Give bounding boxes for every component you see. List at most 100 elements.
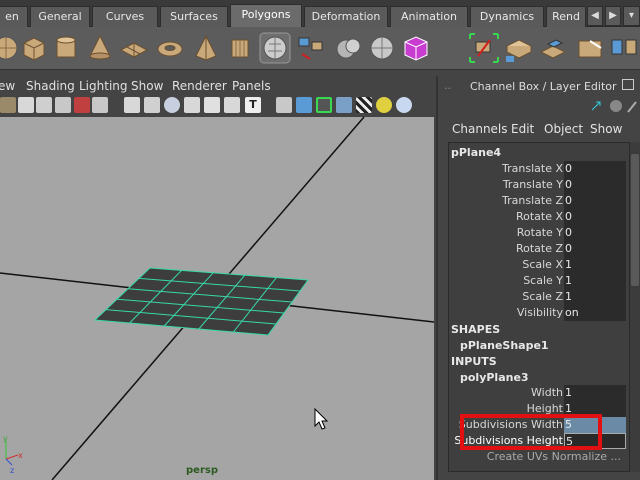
channel-value-field[interactable]: 0 [564,209,626,225]
separate-spheres-icon[interactable] [366,32,398,64]
view-menu[interactable]: ew [0,79,15,93]
panel-grip-icon[interactable]: ·· [444,82,451,95]
channel-row[interactable]: Translate Z0 [449,193,629,209]
channel-value-field[interactable]: 0 [564,225,626,241]
channel-row[interactable]: Scale X1 [449,257,629,273]
smooth-cube-icon[interactable] [400,32,432,64]
text-overlay-icon[interactable]: T [245,97,261,113]
xray-icon[interactable] [296,97,312,113]
combine-spheres-icon[interactable] [333,32,365,64]
shelf-menu-button[interactable]: ▾ [623,6,640,26]
shelf-tab-dynamics[interactable]: Dynamics [470,6,544,28]
channels-menu[interactable]: Channels [452,122,508,136]
channel-row[interactable]: Scale Y1 [449,273,629,289]
channel-value-field[interactable]: 0 [564,161,626,177]
textured-icon[interactable] [224,97,240,113]
channel-row[interactable]: Create UVs Normalize ... [449,449,629,465]
shelf-tab-polygons[interactable]: Polygons [230,4,302,28]
bevel-icon[interactable] [574,32,606,64]
channel-value-field[interactable]: 1 [564,289,626,305]
cut-faces-tool-icon[interactable] [468,32,500,64]
2d-pan-zoom-icon[interactable] [74,97,90,113]
inputs-header: INPUTS [451,355,497,368]
channel-box-scrollbar[interactable] [629,142,640,472]
xray-joints-icon[interactable] [316,97,332,113]
channel-label: Rotate Z [515,242,563,255]
poly-pipe-icon[interactable] [224,32,256,64]
edit-menu[interactable]: Edit [511,122,534,136]
channel-value-field[interactable]: 1 [564,273,626,289]
grid-icon[interactable] [124,97,140,113]
poly-cube-2-icon[interactable] [503,32,535,64]
object-name[interactable]: pPlane4 [451,146,501,159]
input-node-name[interactable]: polyPlane3 [460,371,529,384]
float-panel-icon[interactable] [622,79,634,90]
panel-toggle-icons[interactable] [588,96,640,116]
poly-cone-icon[interactable] [84,32,116,64]
shelf-next-button[interactable]: ▶ [605,6,621,26]
shelf-tab-deformation[interactable]: Deformation [304,6,388,28]
bridge-icon[interactable] [608,32,640,64]
input-row-width[interactable]: Width 1 [449,385,629,401]
channel-value-field[interactable]: on [564,305,626,321]
poly-cylinder-icon[interactable] [50,32,82,64]
poly-plane-icon[interactable] [118,32,150,64]
3d-viewport[interactable]: x y z persp [0,117,434,480]
shelf-tab-rendering-partial[interactable]: en [0,6,28,28]
channel-row[interactable]: Rotate X0 [449,209,629,225]
shelf-tab-general[interactable]: General [30,6,90,28]
poly-cube-icon[interactable] [18,32,50,64]
polygons-shelf [0,27,640,70]
poly-soccer-ball-icon[interactable] [259,32,291,64]
channel-row[interactable]: Rotate Y0 [449,225,629,241]
select-camera-icon[interactable] [0,97,16,113]
shelf-tab-bar: en General Curves Surfaces Polygons Defo… [0,0,640,28]
extract-faces-icon[interactable] [294,32,326,64]
poly-torus-icon[interactable] [154,32,186,64]
camera-attributes-icon[interactable] [18,97,34,113]
shelf-prev-button[interactable]: ◀ [587,6,603,26]
plane-mesh[interactable] [93,267,309,336]
image-plane-icon[interactable] [55,97,71,113]
channel-value-field[interactable]: 0 [564,193,626,209]
shelf-tab-rendering[interactable]: Rend [546,6,586,28]
channel-value-field[interactable]: 0 [564,241,626,257]
channel-row[interactable]: Rotate Z0 [449,241,629,257]
poly-pyramid-icon[interactable] [190,32,222,64]
bookmarks-icon[interactable] [36,97,52,113]
default-lighting-icon[interactable] [204,97,220,113]
channel-row[interactable]: Translate Y0 [449,177,629,193]
channel-row[interactable]: Visibility on [449,305,629,321]
shelf-tab-animation[interactable]: Animation [390,6,468,28]
object-menu[interactable]: Object [544,122,583,136]
film-gate-icon[interactable] [144,97,160,113]
shapes-header: SHAPES [451,323,501,336]
shadows-icon[interactable] [376,97,392,113]
shape-node-name[interactable]: pPlaneShape1 [460,339,549,352]
shading-menu[interactable]: Shading [26,79,75,93]
checker-icon[interactable] [356,97,372,113]
xray-active-components-icon[interactable] [336,97,352,113]
channel-label: Rotate X [515,210,563,223]
svg-text:x: x [18,451,23,460]
channel-row[interactable]: Scale Z1 [449,289,629,305]
tool-settings-icon [627,101,637,113]
wireframe-sphere-icon[interactable] [164,97,180,113]
channel-value-field[interactable]: 0 [564,177,626,193]
renderer-menu[interactable]: Renderer [172,79,227,93]
shelf-tab-surfaces[interactable]: Surfaces [160,6,228,28]
grease-pencil-icon[interactable] [92,97,108,113]
channel-row[interactable]: Translate X0 [449,161,629,177]
isolate-select-icon[interactable] [276,97,292,113]
channel-value-field[interactable]: 1 [564,385,626,401]
show-menu[interactable]: Show [131,79,163,93]
extrude-face-icon[interactable] [538,32,570,64]
scrollbar-thumb[interactable] [631,154,639,286]
panels-menu[interactable]: Panels [232,79,271,93]
show-menu[interactable]: Show [590,122,622,136]
ambient-occlusion-icon[interactable] [396,97,412,113]
shelf-tab-curves[interactable]: Curves [92,6,158,28]
smooth-shade-icon[interactable] [184,97,200,113]
channel-value-field[interactable]: 1 [564,257,626,273]
lighting-menu[interactable]: Lighting [79,79,128,93]
